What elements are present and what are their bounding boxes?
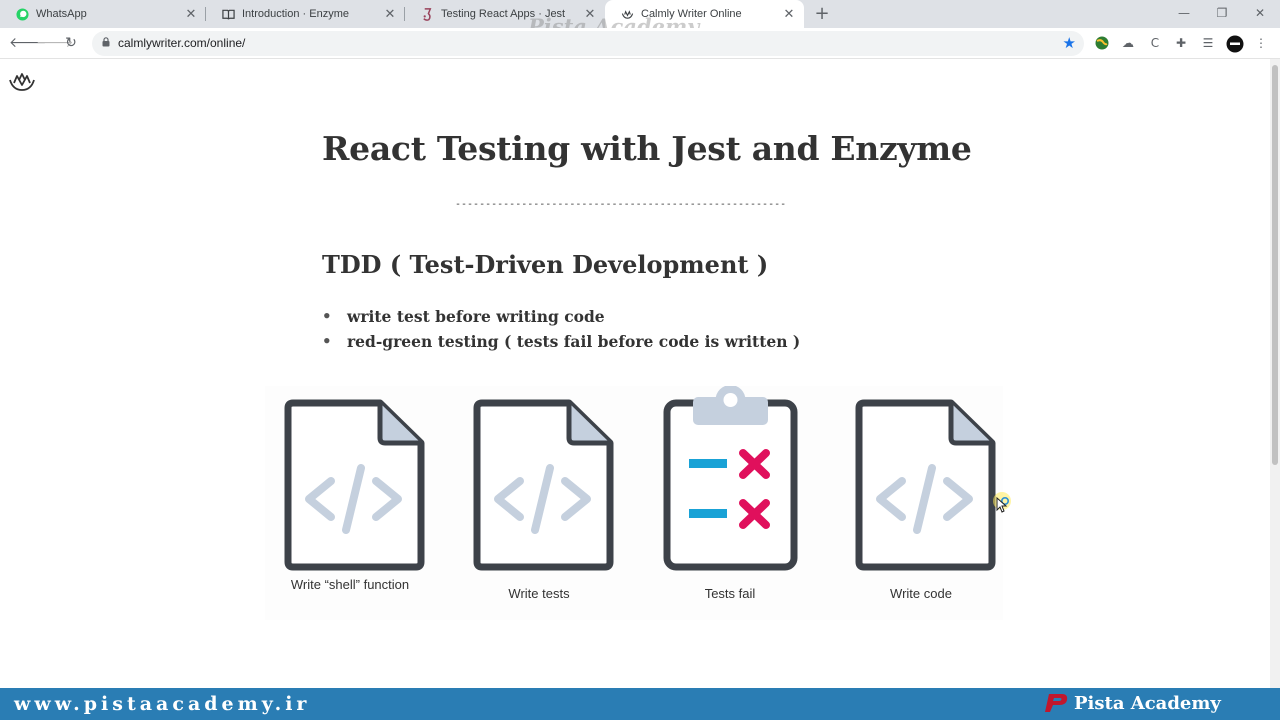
code-file-icon: [473, 399, 614, 571]
tab-label: Introduction · Enzyme: [242, 8, 349, 20]
pista-logo-icon: [1045, 694, 1068, 712]
tab-label: WhatsApp: [36, 8, 87, 20]
tdd-step-write-code: Write code: [846, 386, 996, 620]
forward-button[interactable]: 🡒: [36, 34, 74, 52]
url-text: calmlywriter.com/online/: [118, 36, 246, 50]
screen: WhatsApp ✕ Introduction · Enzyme ✕ Testi…: [0, 0, 1280, 720]
extensions-puzzle-icon[interactable]: ✚: [1173, 35, 1189, 51]
reading-list-icon[interactable]: ☰: [1200, 35, 1216, 51]
lotus-icon[interactable]: [8, 71, 36, 93]
code-file-icon: [855, 399, 996, 571]
tab-whatsapp[interactable]: WhatsApp ✕: [0, 0, 206, 28]
list-item[interactable]: write test before writing code: [322, 307, 800, 332]
back-button[interactable]: 🡐: [9, 34, 47, 52]
tdd-step-write-tests: Write tests: [464, 386, 614, 620]
whatsapp-icon: [16, 7, 29, 21]
brand-name: Pista Academy: [1074, 693, 1221, 714]
extension-c-icon[interactable]: C: [1147, 35, 1163, 51]
list-item[interactable]: red-green testing ( tests fail before co…: [322, 332, 800, 357]
tab-enzyme[interactable]: Introduction · Enzyme ✕: [206, 0, 405, 28]
footer-banner: www.pistaacademy.ir Pista Academy: [0, 688, 1280, 720]
step-caption: Write code: [890, 586, 952, 601]
section-heading[interactable]: TDD ( Test-Driven Development ): [322, 250, 768, 279]
page-scrollbar[interactable]: [1270, 59, 1280, 688]
editor-page: React Testing with Jest and Enzyme -----…: [0, 59, 1270, 688]
close-window-button[interactable]: ✕: [1251, 4, 1269, 22]
extension-cloud-icon[interactable]: ☁: [1120, 35, 1136, 51]
scrollbar-thumb[interactable]: [1272, 65, 1278, 465]
website-url: www.pistaacademy.ir: [14, 693, 311, 715]
divider-line: ----------------------------------------…: [455, 199, 786, 210]
step-caption: Write “shell” function: [290, 577, 410, 592]
jest-icon: [423, 7, 432, 21]
close-icon[interactable]: ✕: [782, 7, 796, 21]
close-icon[interactable]: ✕: [383, 7, 397, 21]
step-caption: Tests fail: [704, 586, 756, 601]
menu-kebab-icon[interactable]: ⋮: [1253, 35, 1269, 51]
clipboard-fail-icon: [663, 386, 798, 571]
step-caption: Write tests: [508, 586, 570, 601]
bookmark-star-icon[interactable]: ★: [1063, 34, 1076, 52]
extension-globe-icon[interactable]: [1094, 35, 1110, 51]
new-tab-button[interactable]: +: [812, 4, 832, 24]
restore-button[interactable]: ❐: [1213, 4, 1231, 22]
bullet-list: write test before writing code red-green…: [322, 307, 800, 357]
code-file-icon: [284, 399, 425, 571]
browser-toolbar: 🡐 🡒 ↻ calmlywriter.com/online/ ★ ☁ C ✚ ☰…: [0, 28, 1280, 59]
minimize-button[interactable]: —: [1175, 4, 1193, 22]
tdd-step-tests-fail: Tests fail: [655, 386, 805, 620]
close-icon[interactable]: ✕: [184, 7, 198, 21]
tdd-cycle-figure: Write “shell” function Write tests Tests…: [265, 386, 1003, 620]
avatar[interactable]: [1226, 35, 1244, 53]
reload-button[interactable]: ↻: [62, 34, 80, 52]
document-title[interactable]: React Testing with Jest and Enzyme: [322, 129, 972, 168]
tdd-step-shell: Write “shell” function: [275, 386, 425, 620]
book-icon: [222, 9, 235, 19]
address-bar[interactable]: calmlywriter.com/online/ ★: [92, 31, 1084, 56]
lock-icon: [102, 37, 110, 47]
mouse-cursor-icon: [993, 492, 1011, 513]
